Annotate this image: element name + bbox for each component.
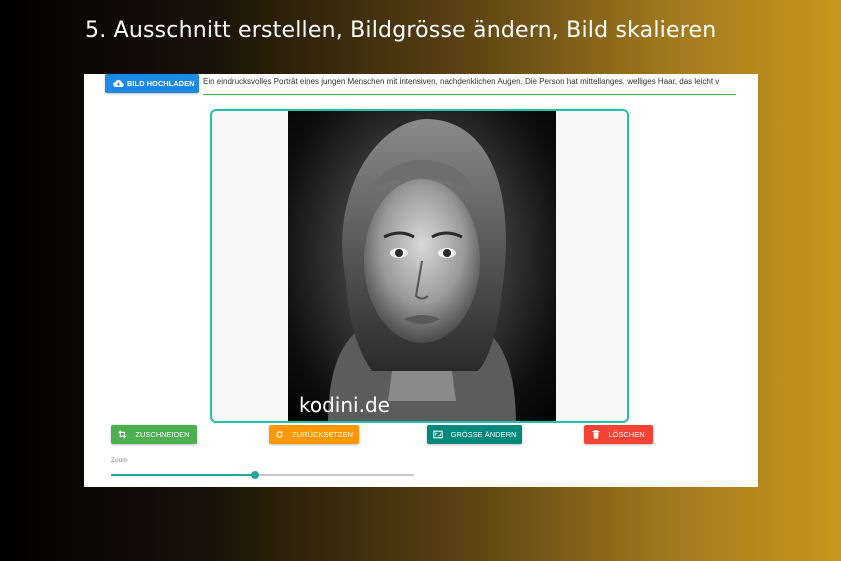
image-editor-panel: BILD HOCHLADEN Ein eindrucksvolles Portr… — [84, 74, 758, 487]
delete-button-label: LÖSCHEN — [608, 430, 645, 439]
crop-button[interactable]: ZUSCHNEIDEN — [111, 425, 197, 444]
zoom-slider[interactable] — [111, 471, 414, 479]
page-headline: 5. Ausschnitt erstellen, Bildgrösse ände… — [85, 18, 717, 43]
resize-button[interactable]: GRÖSSE ÄNDERN — [427, 425, 522, 444]
trash-icon — [592, 430, 600, 439]
refresh-icon — [275, 430, 284, 439]
reset-button[interactable]: ZURÜCKSETZEN — [269, 425, 359, 444]
delete-button[interactable]: LÖSCHEN — [584, 425, 653, 444]
zoom-label: Zoom — [111, 457, 128, 464]
reset-button-label: ZURÜCKSETZEN — [292, 430, 353, 439]
crop-icon — [118, 430, 127, 439]
crop-canvas[interactable]: kodini.de — [210, 109, 629, 423]
portrait-photo: kodini.de — [288, 111, 556, 421]
portrait-illustration — [328, 119, 516, 421]
watermark-text: kodini.de — [299, 393, 390, 417]
resize-button-label: GRÖSSE ÄNDERN — [450, 430, 517, 439]
aspect-ratio-icon — [432, 430, 443, 439]
crop-button-label: ZUSCHNEIDEN — [135, 430, 190, 439]
zoom-slider-thumb[interactable] — [250, 471, 259, 479]
zoom-slider-fill — [111, 474, 255, 476]
upload-image-button[interactable]: BILD HOCHLADEN — [105, 74, 199, 93]
image-description-field[interactable]: Ein eindrucksvolles Porträt eines jungen… — [203, 74, 736, 95]
upload-image-label: BILD HOCHLADEN — [127, 79, 195, 88]
cloud-upload-icon — [113, 79, 124, 88]
